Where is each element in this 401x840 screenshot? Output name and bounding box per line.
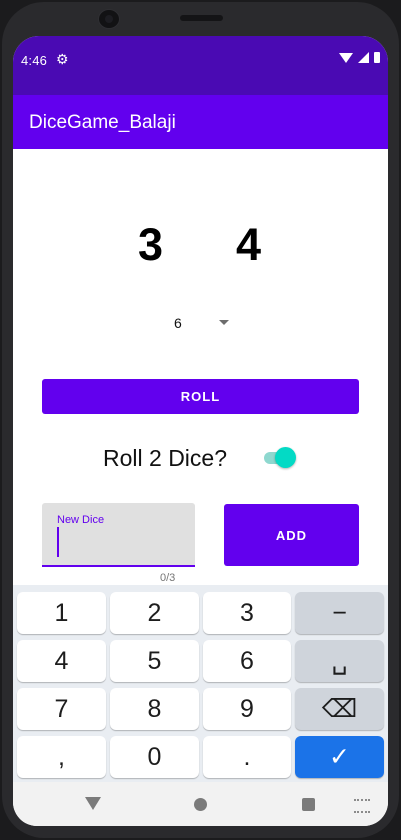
key-2[interactable]: 2 [110, 592, 199, 634]
battery-icon [374, 52, 380, 63]
device-frame: 4:46 ⚙ DiceGame_Balaji 3 4 6 ROLL Roll 2… [0, 0, 401, 840]
key-0[interactable]: 0 [110, 736, 199, 778]
app-title: DiceGame_Balaji [29, 112, 176, 133]
key-9[interactable]: 9 [203, 688, 291, 730]
home-icon[interactable] [194, 798, 207, 811]
spinner-selected-value: 6 [174, 315, 182, 331]
key-8[interactable]: 8 [110, 688, 199, 730]
roll-two-dice-label: Roll 2 Dice? [103, 445, 227, 471]
recents-icon[interactable] [302, 798, 315, 811]
key-minus[interactable]: − [295, 592, 384, 634]
key-period[interactable]: . [203, 736, 291, 778]
backspace-key[interactable]: ⌫ [295, 688, 384, 730]
wifi-icon [339, 52, 353, 63]
roll-two-dice-switch[interactable] [262, 446, 296, 468]
keyboard-switch-icon[interactable] [354, 799, 370, 813]
status-icons [339, 52, 380, 63]
die-one-value: 3 [138, 219, 164, 270]
dice-sides-spinner[interactable]: 6 [171, 311, 241, 336]
status-bar: 4:46 ⚙ [13, 36, 388, 95]
key-5[interactable]: 5 [110, 640, 199, 682]
text-cursor [57, 527, 59, 557]
key-3[interactable]: 3 [203, 592, 291, 634]
numeric-keyboard: 1 2 3 − 4 5 6 ␣ 7 8 9 ⌫ , 0 . ✓ [13, 585, 388, 782]
character-counter: 0/3 [160, 572, 176, 584]
switch-thumb [275, 447, 296, 468]
key-7[interactable]: 7 [17, 688, 106, 730]
key-4[interactable]: 4 [17, 640, 106, 682]
back-icon[interactable] [85, 797, 101, 810]
key-space[interactable]: ␣ [295, 640, 384, 682]
new-dice-label: New Dice [57, 514, 105, 526]
signal-icon [358, 52, 369, 63]
roll-button[interactable]: ROLL [42, 379, 359, 414]
status-time: 4:46 [21, 53, 48, 68]
settings-icon: ⚙ [56, 51, 69, 67]
key-1[interactable]: 1 [17, 592, 106, 634]
key-comma[interactable]: , [17, 736, 106, 778]
key-6[interactable]: 6 [203, 640, 291, 682]
earpiece-speaker [180, 15, 223, 21]
app-bar: DiceGame_Balaji [13, 95, 388, 149]
die-two-value: 4 [236, 219, 262, 270]
new-dice-input[interactable]: New Dice [42, 503, 195, 567]
enter-key[interactable]: ✓ [295, 736, 384, 778]
screen: 4:46 ⚙ DiceGame_Balaji 3 4 6 ROLL Roll 2… [13, 36, 388, 826]
front-camera [98, 9, 120, 29]
navigation-bar [13, 782, 388, 826]
dropdown-arrow-icon [219, 320, 229, 325]
add-button[interactable]: ADD [224, 504, 359, 566]
